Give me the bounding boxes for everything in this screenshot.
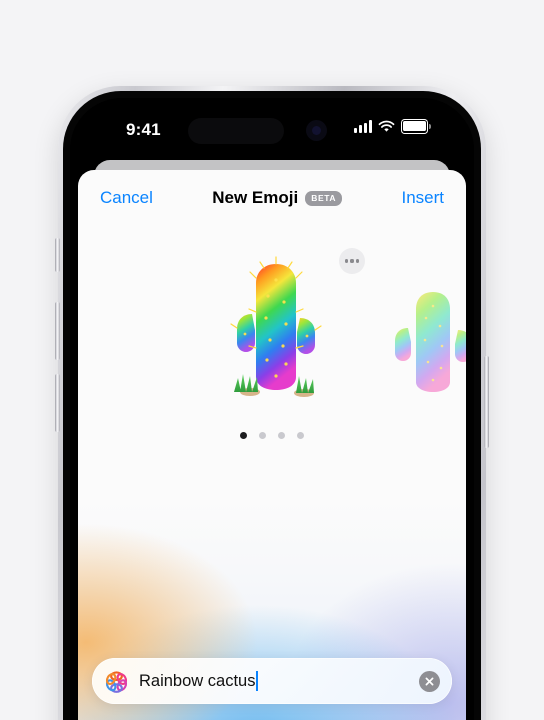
emoji-prompt-field[interactable]: Rainbow cactus [92, 658, 452, 704]
beta-badge: BETA [305, 190, 343, 206]
search-input-text[interactable]: Rainbow cactus [139, 671, 419, 691]
insert-button[interactable]: Insert [401, 188, 444, 208]
page-dot-3[interactable] [278, 432, 285, 439]
action-button[interactable] [55, 238, 60, 272]
power-button[interactable] [484, 356, 489, 448]
status-time: 9:41 [126, 120, 161, 139]
page-indicator[interactable] [78, 432, 466, 439]
volume-down-button[interactable] [55, 374, 60, 432]
phone-screen: 9:41 Cancel New Emoji BETA Insert Rainbo… [70, 98, 474, 720]
page-dot-1[interactable] [240, 432, 247, 439]
ellipsis-dot [356, 259, 360, 263]
search-input-value: Rainbow cactus [139, 671, 256, 690]
battery-icon [401, 119, 431, 134]
clear-text-icon [425, 677, 434, 685]
new-emoji-sheet: Cancel New Emoji BETA Insert Rainbow cac… [78, 170, 466, 720]
signal-bars-icon [354, 119, 372, 133]
clear-text-button[interactable] [419, 670, 440, 692]
apple-intelligence-gradient: Rainbow cactus “cactus” cactuses 🌵 [78, 500, 466, 720]
volume-up-button[interactable] [55, 302, 60, 360]
screenshot-stage: 9:41 Cancel New Emoji BETA Insert Rainbo… [0, 0, 544, 720]
front-camera-icon [306, 120, 327, 141]
ellipsis-dot [350, 259, 354, 263]
text-cursor [256, 671, 259, 691]
page-title: New Emoji [212, 188, 299, 207]
cancel-button[interactable]: Cancel [100, 188, 153, 208]
rainbow-cactus-emoji[interactable] [206, 252, 346, 412]
emoji-prompt-field-wrapper: Rainbow cactus [92, 658, 452, 704]
sheet-navigation-bar: Cancel New Emoji BETA Insert [78, 170, 466, 226]
predictive-text-bar: “cactus” cactuses 🌵 [78, 712, 466, 720]
status-bar: 9:41 [70, 98, 474, 156]
status-indicators [354, 119, 431, 134]
page-dot-4[interactable] [297, 432, 304, 439]
dynamic-island [188, 118, 284, 144]
apple-intelligence-icon [105, 670, 128, 693]
pastel-cactus-emoji[interactable] [378, 284, 466, 404]
sheet-title-group: New Emoji BETA [212, 188, 343, 208]
wifi-icon [378, 120, 395, 132]
page-dot-2[interactable] [259, 432, 266, 439]
